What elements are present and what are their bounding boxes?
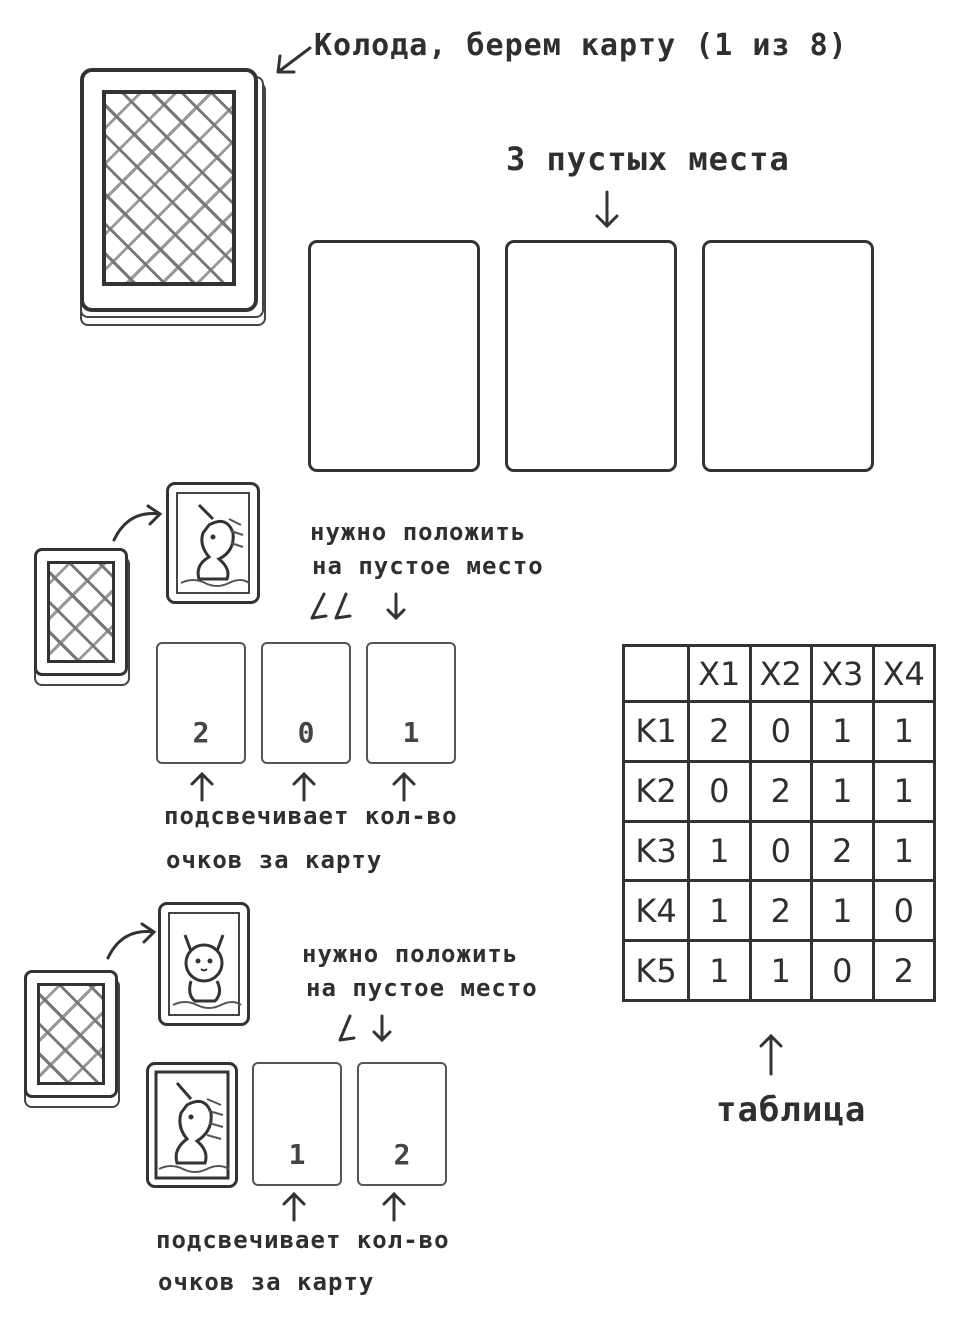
table-row: K5 1 1 0 2 xyxy=(622,939,936,1002)
table-cell: 1 xyxy=(810,879,875,943)
table-cell: 1 xyxy=(687,819,752,883)
card-back-pattern xyxy=(37,983,105,1085)
table-cell: 0 xyxy=(810,939,875,1002)
table-cell: 0 xyxy=(871,879,936,943)
drawn-card-cat[interactable] xyxy=(158,902,250,1026)
place-instruction-2-line2: на пустое место xyxy=(306,974,538,1002)
table-column-header: X4 xyxy=(871,644,936,703)
empty-slot-2[interactable] xyxy=(505,240,677,472)
slot-with-score-4[interactable]: 1 xyxy=(252,1062,342,1186)
table-column-header: X2 xyxy=(748,644,813,703)
highlight-note-2-line2: очков за карту xyxy=(158,1268,375,1296)
arrow-left-icon xyxy=(276,46,312,74)
table-cell: 1 xyxy=(748,939,813,1002)
place-instruction-line1: нужно положить xyxy=(310,518,527,546)
empty-slot-3[interactable] xyxy=(702,240,874,472)
table-cell: 1 xyxy=(687,879,752,943)
score-value: 2 xyxy=(393,1138,411,1171)
arrow-up-icon xyxy=(759,1033,783,1076)
arrow-down-icon xyxy=(595,190,619,229)
table-row: K2 0 2 1 1 xyxy=(622,759,936,823)
slot-with-score-1[interactable]: 2 xyxy=(156,642,246,764)
table-row-header: K4 xyxy=(622,879,690,943)
table-corner-cell xyxy=(622,644,690,703)
table-header-row: X1 X2 X3 X4 xyxy=(622,644,936,703)
table-cell: 2 xyxy=(810,819,875,883)
place-instruction-2-line1: нужно положить xyxy=(302,940,519,968)
table-column-header: X3 xyxy=(810,644,875,703)
table-cell: 1 xyxy=(810,759,875,823)
table-row-header: K3 xyxy=(622,819,690,883)
table-cell: 2 xyxy=(748,759,813,823)
slot-with-score-5[interactable]: 2 xyxy=(357,1062,447,1186)
arrow-curved-icon xyxy=(106,922,157,960)
arrows-down-icon xyxy=(310,592,406,621)
highlight-note-line2: очков за карту xyxy=(166,846,383,874)
highlight-note-line1: подсвечивает кол-во xyxy=(164,802,458,830)
empty-slot-1[interactable] xyxy=(308,240,480,472)
table-cell: 1 xyxy=(871,759,936,823)
table-cell: 1 xyxy=(871,819,936,883)
score-table: X1 X2 X3 X4 K1 2 0 1 1 K2 0 2 1 1 K3 1 0… xyxy=(622,644,936,1002)
arrows-up-icon xyxy=(190,771,416,802)
table-cell: 2 xyxy=(871,939,936,1002)
table-cell: 2 xyxy=(687,700,752,763)
table-cell: 0 xyxy=(748,819,813,883)
table-row: K4 1 2 1 0 xyxy=(622,879,936,943)
card-back-pattern xyxy=(102,90,236,286)
arrows-down-icon xyxy=(338,1014,392,1043)
table-cell: 0 xyxy=(748,700,813,763)
score-value: 2 xyxy=(192,716,210,749)
table-row-header: K1 xyxy=(622,700,690,763)
deck-top-card xyxy=(24,970,118,1098)
unicorn-icon xyxy=(154,1070,230,1180)
slot-with-score-2[interactable]: 0 xyxy=(261,642,351,764)
slot-with-score-3[interactable]: 1 xyxy=(366,642,456,764)
table-cell: 1 xyxy=(871,700,936,763)
table-cell: 1 xyxy=(810,700,875,763)
table-cell: 0 xyxy=(687,759,752,823)
placed-card-unicorn[interactable] xyxy=(146,1062,238,1188)
deck-top-card xyxy=(80,68,258,312)
deck-note: Колода, берем карту (1 из 8) xyxy=(314,28,848,63)
table-column-header: X1 xyxy=(687,644,752,703)
table-row: K1 2 0 1 1 xyxy=(622,700,936,763)
highlight-note-2-line1: подсвечивает кол-во xyxy=(156,1226,450,1254)
score-value: 1 xyxy=(402,716,420,749)
card-back-pattern xyxy=(47,561,115,663)
table-row-header: K2 xyxy=(622,759,690,823)
table-row-header: K5 xyxy=(622,939,690,1002)
empty-slots-label: 3 пустых места xyxy=(506,140,790,178)
score-value: 0 xyxy=(297,716,315,749)
table-row: K3 1 0 2 1 xyxy=(622,819,936,883)
cat-icon xyxy=(168,912,242,1016)
arrow-curved-icon xyxy=(112,504,163,542)
table-cell: 2 xyxy=(748,879,813,943)
score-value: 1 xyxy=(288,1138,306,1171)
drawn-card-unicorn[interactable] xyxy=(166,482,260,604)
unicorn-icon xyxy=(176,492,250,594)
table-cell: 1 xyxy=(687,939,752,1002)
deck-top-card xyxy=(34,548,128,676)
table-caption: таблица xyxy=(716,1090,867,1130)
arrows-up-icon xyxy=(282,1191,406,1222)
place-instruction-line2: на пустое место xyxy=(312,552,544,580)
